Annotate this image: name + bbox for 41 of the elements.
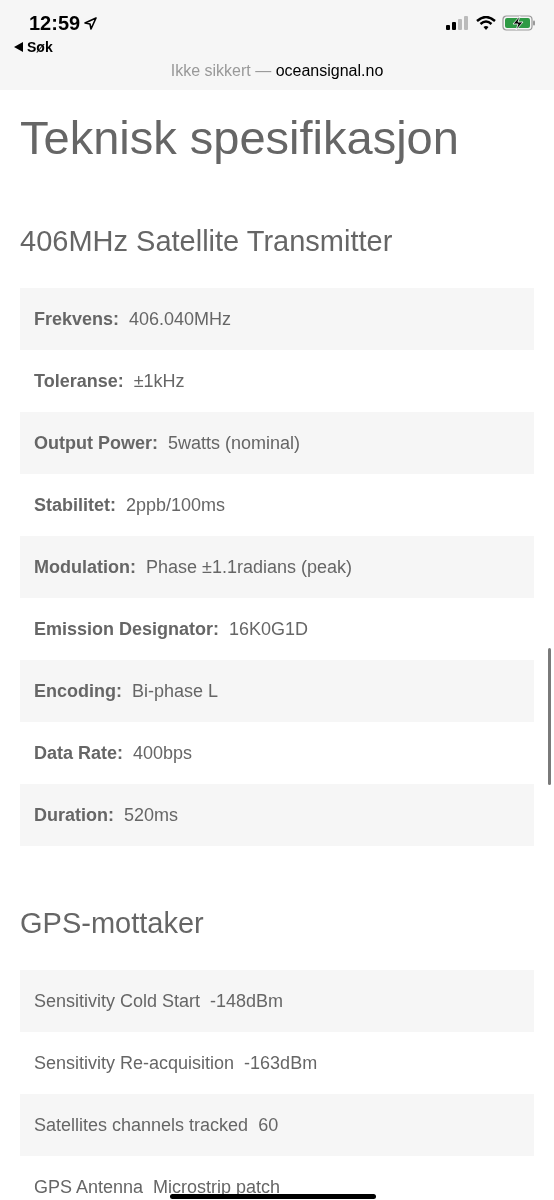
spec-label: Emission Designator:	[34, 618, 220, 640]
spec-value: -163dBm	[244, 1052, 318, 1074]
spec-label: Frekvens:	[34, 308, 120, 330]
address-bar[interactable]: Ikke sikkert — oceansignal.no	[0, 62, 554, 80]
section-heading: GPS-mottaker	[20, 906, 204, 940]
wifi-icon	[476, 16, 496, 30]
security-label: Ikke sikkert —	[170, 62, 272, 79]
spec-label: Stabilitet:	[34, 494, 116, 516]
spec-label: Sensitivity Cold Start	[34, 990, 201, 1012]
spec-value: ±1kHz	[133, 370, 185, 392]
spec-label: Toleranse:	[34, 370, 124, 392]
spec-value: 16K0G1D	[229, 618, 309, 640]
spec-label: Duration:	[34, 804, 114, 826]
domain-label: oceansignal.no	[275, 62, 384, 79]
spec-label: Sensitivity Re-acquisition	[34, 1052, 235, 1074]
spec-label: Satellites channels tracked	[34, 1114, 249, 1136]
back-triangle-icon[interactable]	[14, 42, 23, 52]
page-title: Teknisk spesifikasjon	[20, 112, 459, 164]
spec-value: 406.040MHz	[129, 308, 232, 330]
spec-value: 400bps	[133, 742, 193, 764]
clock-time: 12:59	[29, 11, 81, 35]
signal-icon	[446, 16, 470, 30]
spec-label: Modulation:	[34, 556, 136, 578]
spec-value: 2ppb/100ms	[126, 494, 226, 516]
back-link[interactable]: Søk	[27, 39, 53, 55]
spec-value: Bi-phase L	[132, 680, 219, 702]
spec-label: Output Power:	[34, 432, 158, 454]
spec-label: Data Rate:	[34, 742, 124, 764]
section-heading: 406MHz Satellite Transmitter	[20, 224, 393, 258]
home-indicator[interactable]	[170, 1194, 376, 1199]
spec-label: GPS Antenna	[34, 1176, 144, 1198]
spec-label: Encoding:	[34, 680, 122, 702]
battery-charging-icon	[502, 15, 536, 31]
spec-value: Microstrip patch	[153, 1176, 281, 1198]
spec-value: 5watts (nominal)	[168, 432, 301, 454]
spec-value: 520ms	[124, 804, 179, 826]
location-arrow-icon	[84, 16, 98, 30]
scrollbar-thumb[interactable]	[548, 648, 551, 785]
spec-value: Phase ±1.1radians (peak)	[146, 556, 352, 578]
spec-value: 60	[258, 1114, 279, 1136]
spec-value: -148dBm	[210, 990, 284, 1012]
